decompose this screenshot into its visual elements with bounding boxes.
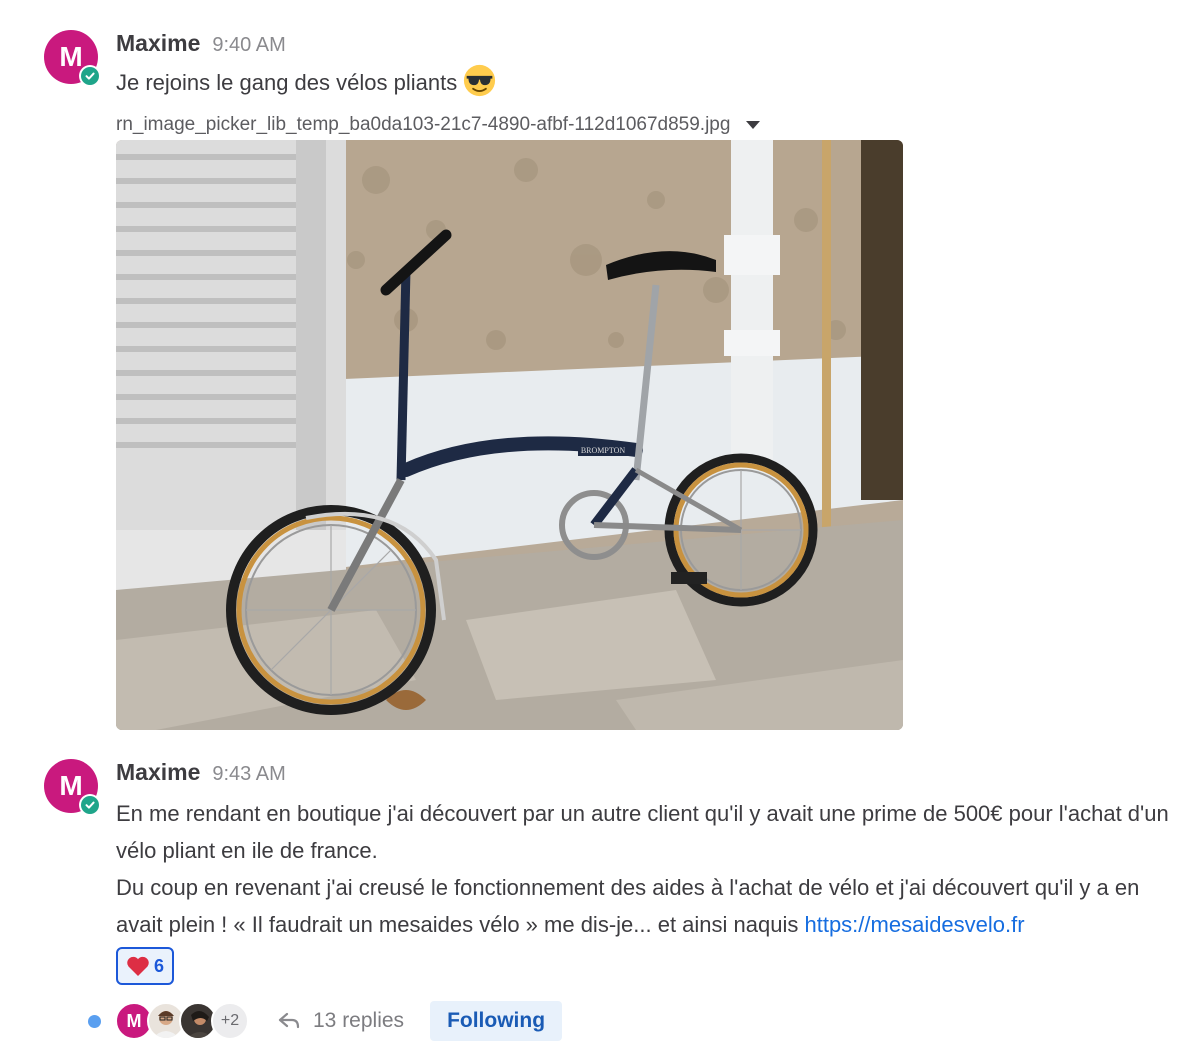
reply-icon[interactable] (277, 1009, 301, 1033)
message-timestamp[interactable]: 9:43 AM (212, 763, 285, 786)
following-button[interactable]: Following (430, 1001, 563, 1041)
message-paragraph: Du coup en revenant j'ai creusé le fonct… (116, 869, 1186, 943)
author-name[interactable]: Maxime (116, 30, 200, 57)
message-header: Maxime 9:43 AM (116, 759, 286, 786)
thread-participants[interactable]: M +2 (115, 1002, 249, 1040)
sunglasses-emoji-icon (464, 64, 496, 97)
reaction-count: 6 (153, 955, 164, 976)
reaction-heart[interactable]: 6 (116, 947, 174, 985)
more-participants-badge: +2 (211, 1002, 249, 1040)
message-body: Je rejoins le gang des vélos pliants (116, 64, 1186, 101)
message-header: Maxime 9:40 AM (116, 30, 286, 57)
thread-footer: M +2 13 replies Following (88, 1001, 563, 1041)
person-photo-icon (153, 1011, 179, 1038)
author-name[interactable]: Maxime (116, 759, 200, 786)
heart-icon (127, 956, 149, 976)
chevron-down-icon[interactable] (746, 121, 761, 129)
reply-count[interactable]: 13 replies (313, 1009, 404, 1033)
person-photo-icon (187, 1010, 213, 1038)
mesaidesvelo-link[interactable]: https://mesaidesvelo.fr (804, 912, 1024, 937)
bike-photo: BROMPTON (116, 140, 903, 730)
message-paragraph: En me rendant en boutique j'ai découvert… (116, 801, 1169, 863)
message-body: En me rendant en boutique j'ai découvert… (116, 795, 1186, 943)
check-icon (81, 67, 99, 85)
status-badge (79, 794, 101, 816)
status-badge (79, 65, 101, 87)
file-attachment-header[interactable]: rn_image_picker_lib_temp_ba0da103-21c7-4… (116, 114, 761, 136)
more-participants-count: +2 (220, 1012, 240, 1029)
avatar-initial: M (59, 770, 83, 801)
avatar-initial: M (59, 41, 83, 72)
file-name[interactable]: rn_image_picker_lib_temp_ba0da103-21c7-4… (116, 114, 730, 136)
frame-brand-label: BROMPTON (581, 446, 626, 455)
unread-indicator (88, 1014, 101, 1028)
image-attachment[interactable]: BROMPTON (116, 140, 903, 730)
participant-initial: M (126, 1010, 142, 1031)
check-icon (81, 796, 99, 814)
message-text: Je rejoins le gang des vélos pliants (116, 70, 458, 95)
message-timestamp[interactable]: 9:40 AM (212, 34, 285, 57)
